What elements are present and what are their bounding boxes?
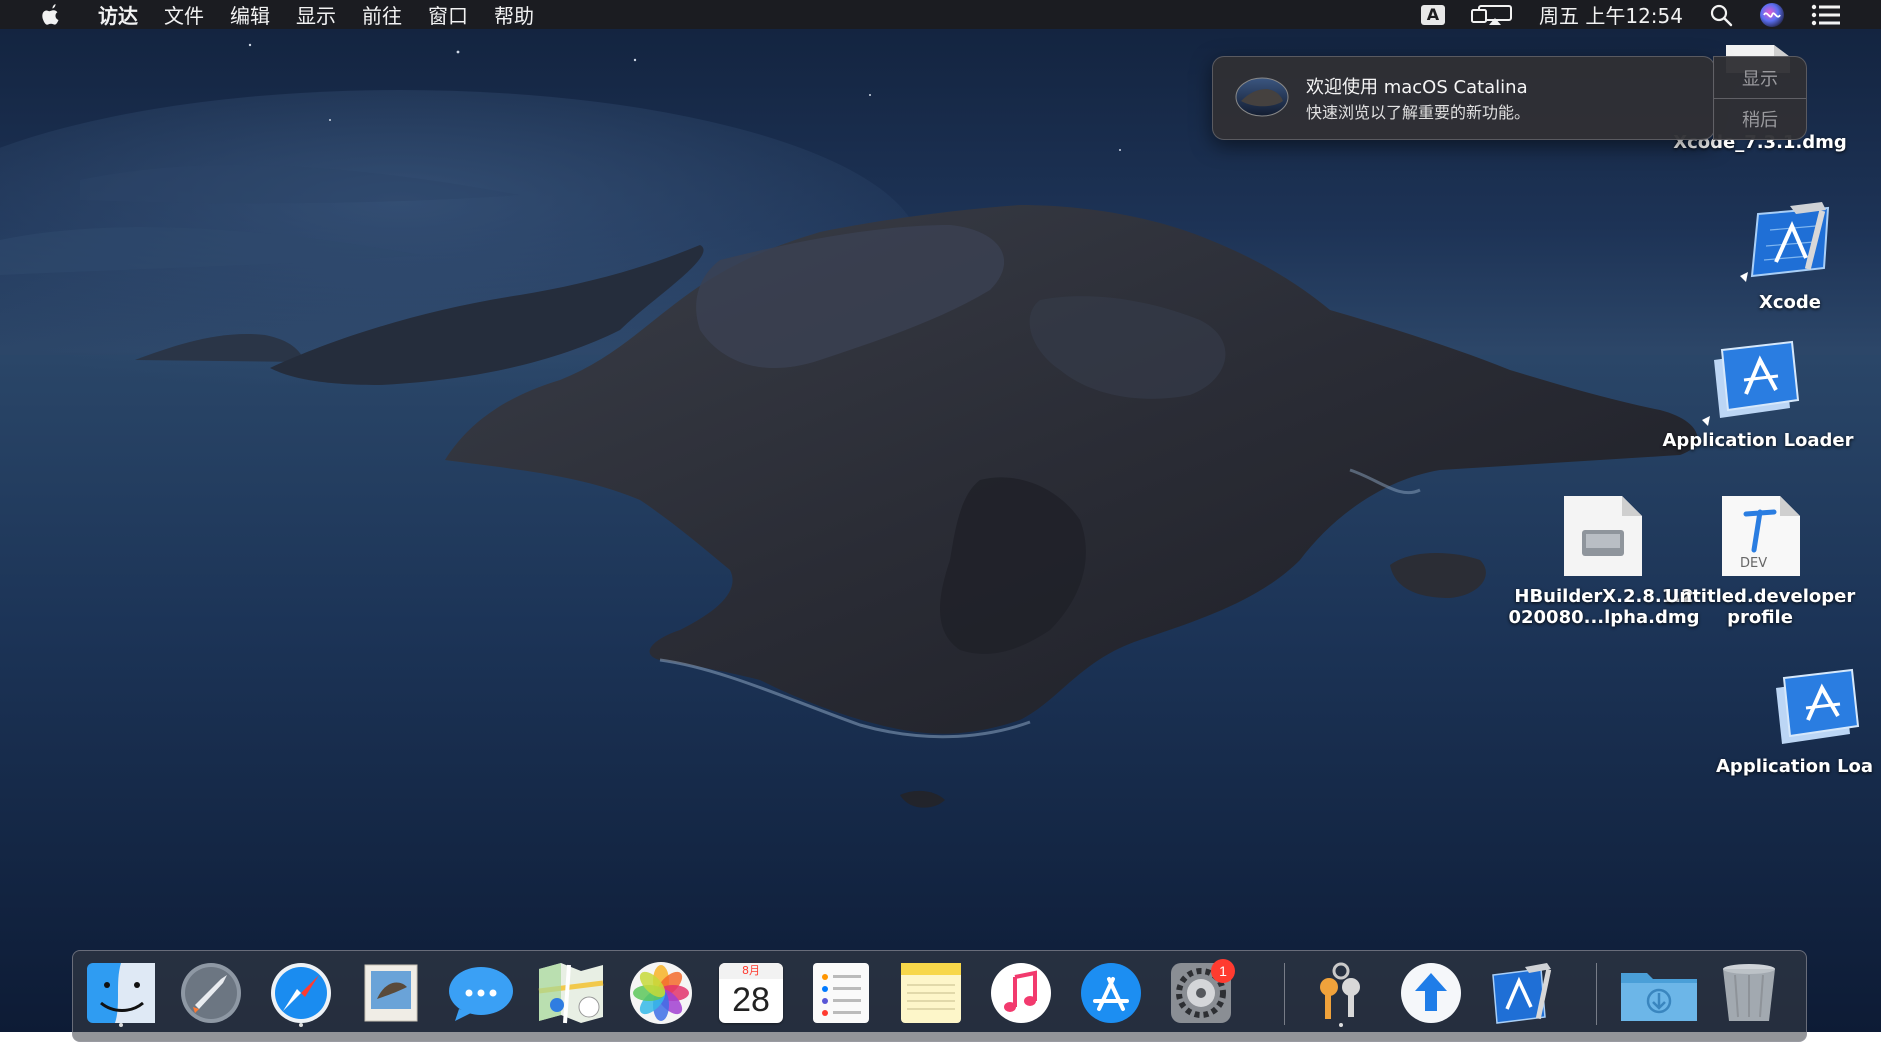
notes-icon — [901, 963, 961, 1023]
dock: 8月 28 1 — [72, 950, 1807, 1042]
developer-profile-icon: DEV — [1660, 494, 1860, 586]
app-store-icon — [1081, 963, 1141, 1023]
calendar-day: 28 — [732, 981, 770, 1019]
dock-item-app-store[interactable] — [1075, 961, 1147, 1025]
dock-item-system-preferences[interactable]: 1 — [1165, 959, 1237, 1025]
application-loader-2-icon — [1714, 664, 1881, 756]
dock-item-calendar[interactable]: 8月 28 — [715, 961, 787, 1025]
notification-title: 欢迎使用 macOS Catalina — [1306, 77, 1528, 98]
messages-icon — [449, 967, 513, 1021]
reminders-icon — [813, 963, 869, 1023]
keychain-icon — [1320, 962, 1360, 1019]
application-loader-icon — [1650, 338, 1866, 430]
input-method-icon: A — [1421, 4, 1445, 25]
desktop-icon-xcode[interactable]: Xcode — [1700, 200, 1880, 313]
menu-go[interactable]: 前往 — [362, 0, 402, 29]
mail-icon — [364, 964, 418, 1022]
dock-separator-2 — [1596, 963, 1597, 1025]
dock-item-safari[interactable] — [265, 961, 337, 1027]
dock-item-keychain-access[interactable] — [1305, 961, 1377, 1027]
dock-item-downloads[interactable] — [1619, 961, 1699, 1025]
keychain-running-indicator — [1339, 1023, 1343, 1027]
menu-edit[interactable]: 编辑 — [230, 0, 270, 29]
safari-icon — [271, 963, 331, 1023]
icon-label-dev-profile-line2: profile — [1727, 607, 1793, 628]
menu-bar: 访达 文件 编辑 显示 前往 窗口 帮助 A 周五 上午12:54 — [0, 0, 1881, 29]
dock-item-notes[interactable] — [895, 961, 967, 1025]
status-area: A 周五 上午12:54 — [1421, 0, 1881, 29]
xcode-icon — [1492, 963, 1552, 1024]
icon-label-dev-profile-line1: Untitled.developer — [1664, 586, 1856, 607]
icon-label-application-loader-2: Application Loa — [1716, 756, 1874, 777]
trash-icon — [1723, 964, 1775, 1021]
siri-icon[interactable] — [1759, 2, 1785, 28]
music-icon — [991, 963, 1051, 1023]
maps-icon — [538, 963, 604, 1024]
desktop-icon-application-loader-2[interactable]: Application Loa — [1714, 664, 1881, 777]
notification-actions: 显示 稍后 — [1713, 56, 1807, 140]
menu-help[interactable]: 帮助 — [494, 0, 534, 29]
catalina-welcome-notification[interactable]: 欢迎使用 macOS Catalina 快速浏览以了解重要的新功能。 — [1212, 56, 1715, 140]
menu-clock[interactable]: 周五 上午12:54 — [1539, 0, 1683, 29]
menu-app-name[interactable]: 访达 — [98, 0, 138, 29]
system-preferences-badge: 1 — [1211, 959, 1235, 983]
finder-running-indicator — [119, 1023, 123, 1027]
menu-view[interactable]: 显示 — [296, 0, 336, 29]
desktop-icon-developer-profile[interactable]: DEV Untitled.developer profile — [1660, 494, 1860, 628]
dock-item-reminders[interactable] — [805, 961, 877, 1025]
notification-body: 快速浏览以了解重要的新功能。 — [1306, 103, 1531, 122]
spotlight-search-icon[interactable] — [1709, 3, 1733, 27]
finder-icon — [87, 963, 155, 1023]
menu-window[interactable]: 窗口 — [428, 0, 468, 29]
dock-item-photos[interactable] — [625, 961, 697, 1025]
dock-item-messages[interactable] — [445, 961, 517, 1025]
desktop-icon-application-loader[interactable]: Application Loader — [1650, 338, 1866, 451]
input-method-menu[interactable]: A — [1421, 4, 1445, 25]
dock-item-launchpad[interactable] — [175, 961, 247, 1025]
apple-menu-icon[interactable] — [36, 0, 66, 29]
calendar-icon: 8月 28 — [719, 963, 783, 1023]
dock-item-xcode[interactable] — [1485, 961, 1557, 1025]
dock-item-mail[interactable] — [355, 961, 427, 1025]
notification-center-icon[interactable] — [1811, 4, 1841, 26]
dock-item-uploader[interactable] — [1395, 961, 1467, 1025]
notification-later-button[interactable]: 稍后 — [1714, 99, 1806, 139]
safari-running-indicator — [299, 1023, 303, 1027]
dock-item-trash[interactable] — [1713, 961, 1785, 1025]
airplay-display-icon[interactable] — [1471, 4, 1513, 26]
photos-icon — [630, 962, 692, 1024]
icon-label-xcode: Xcode — [1758, 292, 1821, 313]
calendar-month: 8月 — [719, 963, 783, 979]
dock-item-music[interactable] — [985, 961, 1057, 1025]
dock-item-maps[interactable] — [535, 961, 607, 1025]
launchpad-icon — [181, 963, 241, 1023]
dev-profile-tag: DEV — [1740, 556, 1768, 571]
downloads-folder-icon — [1621, 973, 1697, 1021]
menu-file[interactable]: 文件 — [164, 0, 204, 29]
notification-show-button[interactable]: 显示 — [1714, 57, 1806, 98]
catalina-app-icon — [1235, 77, 1289, 117]
icon-label-application-loader: Application Loader — [1662, 430, 1854, 451]
upload-icon — [1401, 963, 1461, 1023]
xcode-app-icon — [1700, 200, 1880, 292]
dock-item-finder[interactable] — [85, 961, 157, 1027]
dock-separator — [1284, 963, 1285, 1025]
